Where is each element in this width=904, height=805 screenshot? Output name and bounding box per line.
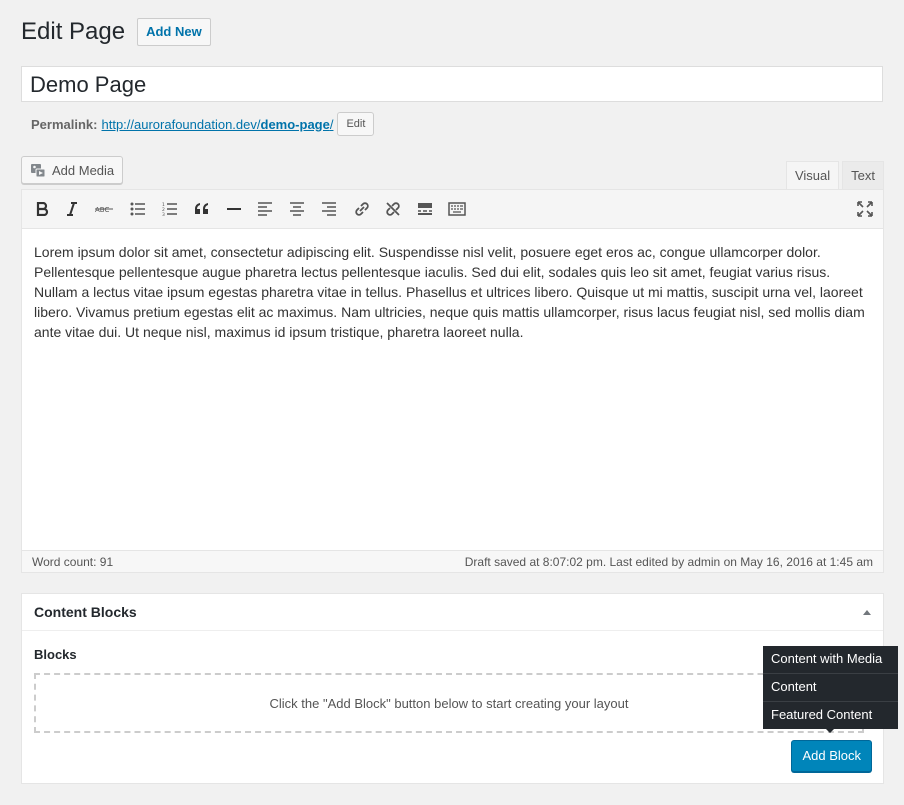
menu-item-content-with-media[interactable]: Content with Media	[763, 646, 898, 674]
menu-item-content[interactable]: Content	[763, 674, 898, 702]
bullet-list-icon[interactable]	[128, 199, 148, 219]
permalink-row: Permalink: http://aurorafoundation.dev/d…	[31, 112, 375, 136]
blockquote-icon[interactable]	[192, 199, 212, 219]
content-blocks-header[interactable]: Content Blocks	[22, 594, 883, 631]
editor-toolbar: ABC 123	[22, 190, 883, 229]
content-editor: ABC 123 Lorem ipsum dolor sit amet, cons…	[21, 189, 884, 573]
content-blocks-title: Content Blocks	[34, 604, 137, 620]
editor-statusbar: Word count: 91 Draft saved at 8:07:02 pm…	[22, 550, 883, 572]
align-left-icon[interactable]	[255, 199, 275, 219]
menu-pointer	[824, 727, 836, 733]
permalink-label: Permalink:	[31, 116, 98, 132]
align-right-icon[interactable]	[319, 199, 339, 219]
autosave-status: Draft saved at 8:07:02 pm. Last edited b…	[464, 554, 873, 569]
tab-visual[interactable]: Visual	[785, 161, 840, 191]
editor-content[interactable]: Lorem ipsum dolor sit amet, consectetur …	[34, 242, 874, 342]
bold-icon[interactable]	[32, 199, 52, 219]
insert-link-icon[interactable]	[352, 199, 372, 219]
empty-blocks-message: Click the "Add Block" button below to st…	[269, 695, 629, 711]
svg-text:3: 3	[162, 212, 165, 216]
page-header: Edit Page Add New	[21, 15, 211, 49]
read-more-icon[interactable]	[415, 199, 435, 219]
add-block-menu: Content with Media Content Featured Cont…	[763, 646, 898, 729]
toolbar-toggle-icon[interactable]	[447, 199, 467, 219]
tab-text[interactable]: Text	[842, 161, 884, 191]
permalink-slug: demo-page	[260, 116, 330, 132]
add-new-button[interactable]: Add New	[137, 18, 211, 46]
fullscreen-icon[interactable]	[855, 199, 875, 219]
italic-icon[interactable]	[62, 199, 82, 219]
word-count: Word count: 91	[32, 554, 114, 569]
horizontal-rule-icon[interactable]	[224, 199, 244, 219]
svg-text:ABC: ABC	[95, 206, 109, 214]
add-media-button[interactable]: Add Media	[21, 156, 124, 184]
permalink-base: http://aurorafoundation.dev/	[101, 116, 261, 132]
blocks-dropzone: Click the "Add Block" button below to st…	[34, 673, 864, 733]
remove-link-icon[interactable]	[383, 199, 403, 219]
numbered-list-icon[interactable]: 123	[160, 199, 180, 219]
strikethrough-icon[interactable]: ABC	[94, 199, 114, 219]
menu-item-featured-content[interactable]: Featured Content	[763, 702, 898, 729]
permalink-edit-button[interactable]: Edit	[337, 112, 375, 136]
permalink-link[interactable]: http://aurorafoundation.dev/demo-page/	[101, 117, 333, 132]
add-block-button[interactable]: Add Block	[791, 740, 872, 772]
media-icon	[30, 162, 46, 178]
permalink-trailing: /	[329, 116, 334, 132]
align-center-icon[interactable]	[287, 199, 307, 219]
content-blocks-panel: Content Blocks Blocks Click the "Add Blo…	[21, 593, 884, 784]
post-title-input[interactable]: Demo Page	[21, 66, 883, 102]
add-media-label: Add Media	[52, 162, 115, 178]
collapse-arrow-icon[interactable]	[863, 609, 871, 615]
blocks-label: Blocks	[34, 647, 77, 662]
editor-tabs: Visual Text	[783, 161, 884, 191]
page-title: Edit Page	[21, 18, 126, 45]
